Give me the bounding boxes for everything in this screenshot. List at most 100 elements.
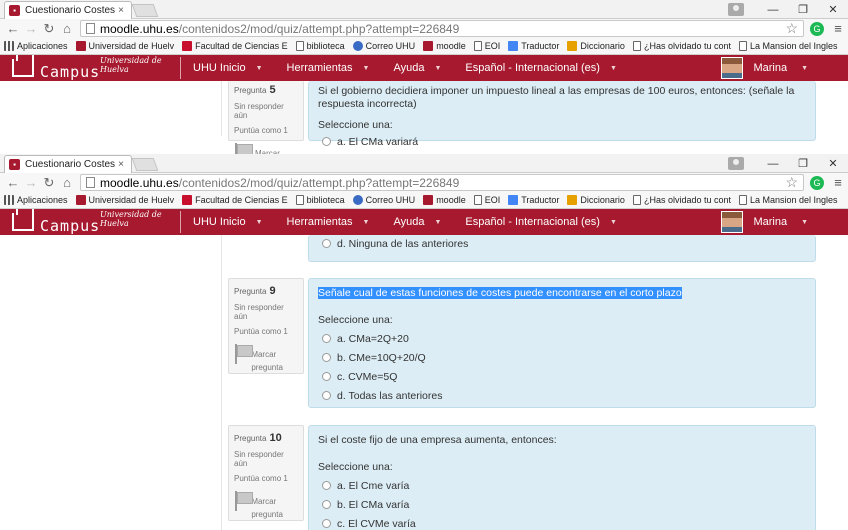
option-d[interactable]: d. Ninguna de las anteriores — [318, 237, 806, 250]
menu-herramientas[interactable]: Herramientas ▼ — [287, 216, 370, 228]
menu-herramientas[interactable]: Herramientas ▼ — [287, 62, 370, 74]
reload-icon[interactable]: ↻ — [40, 175, 58, 191]
bookmark-facultad[interactable]: Facultad de Ciencias E — [182, 195, 288, 205]
maximize-button[interactable]: ❐ — [788, 3, 818, 16]
extension-icon[interactable]: G — [810, 21, 824, 36]
minimize-button[interactable]: — — [758, 158, 788, 170]
question-number: 10 — [269, 432, 282, 444]
caret-down-icon: ▼ — [362, 218, 370, 226]
bookmark-diccionario[interactable]: Diccionario — [567, 195, 625, 205]
radio-button[interactable] — [322, 391, 331, 400]
option-a[interactable]: a. CMa=2Q+20 — [318, 332, 806, 345]
tab-cuestionario[interactable]: ▪ Cuestionario Costes × — [4, 155, 132, 173]
back-arrow-icon[interactable]: ← — [4, 21, 22, 36]
bookmark-olvidado[interactable]: ¿Has olvidado tu cont — [632, 41, 731, 51]
radio-button[interactable] — [322, 519, 331, 528]
bookmark-traductor[interactable]: Traductor — [508, 195, 559, 205]
menu-uhu-inicio[interactable]: UHU Inicio ▼ — [193, 216, 263, 228]
bookmark-correo[interactable]: Correo UHU — [352, 195, 415, 205]
menu-uhu-inicio[interactable]: UHU Inicio ▼ — [193, 62, 263, 74]
bookmark-star-icon[interactable]: ☆ — [785, 174, 798, 191]
bookmark-biblioteca[interactable]: biblioteca — [295, 41, 345, 51]
menu-ayuda[interactable]: Ayuda ▼ — [393, 216, 441, 228]
campus-logo[interactable]: Universidad de Huelva Campus Virtual — [0, 209, 180, 253]
option-a[interactable]: a. El CMa variará — [318, 135, 806, 148]
tab-cuestionario[interactable]: ▪ Cuestionario Costes × — [4, 1, 132, 19]
option-b[interactable]: b. CMe=10Q+20/Q — [318, 351, 806, 364]
option-b[interactable]: b. El CMa varía — [318, 498, 806, 511]
browser-menu-icon[interactable]: ≡ — [832, 175, 844, 190]
home-icon[interactable]: ⌂ — [58, 175, 76, 190]
bookmark-facultad[interactable]: Facultad de Ciencias E — [182, 41, 288, 51]
menu-idioma[interactable]: Español - Internacional (es) ▼ — [465, 216, 616, 228]
new-tab-button[interactable] — [131, 4, 159, 17]
home-icon[interactable]: ⌂ — [58, 21, 76, 36]
tab-close-icon[interactable]: × — [115, 159, 127, 170]
caret-down-icon: ▼ — [434, 64, 442, 72]
tab-strip: ▪ Cuestionario Costes × — ❐ ✕ — [0, 0, 848, 19]
favicon-icon: ▪ — [9, 5, 20, 16]
option-c[interactable]: c. El CVMe varía — [318, 517, 806, 530]
forward-arrow-icon[interactable]: → — [22, 175, 40, 190]
bookmark-diccionario[interactable]: Diccionario — [567, 41, 625, 51]
profile-icon[interactable] — [728, 157, 744, 170]
question-number: 5 — [269, 84, 276, 96]
menu-idioma[interactable]: Español - Internacional (es) ▼ — [465, 62, 616, 74]
tab-close-icon[interactable]: × — [115, 5, 127, 16]
option-d[interactable]: d. Todas las anteriores — [318, 389, 806, 402]
bookmark-eoi[interactable]: EOI — [473, 195, 500, 205]
bookmark-apps[interactable]: Aplicaciones — [4, 41, 68, 51]
flag-question[interactable]: Marcar pregunta — [234, 344, 298, 374]
option-a[interactable]: a. El Cme varía — [318, 479, 806, 492]
radio-button[interactable] — [322, 481, 331, 490]
radio-button[interactable] — [322, 334, 331, 343]
bookmark-olvidado[interactable]: ¿Has olvidado tu cont — [632, 195, 731, 205]
close-window-button[interactable]: ✕ — [818, 3, 848, 16]
minimize-button[interactable]: — — [758, 4, 788, 16]
new-tab-button[interactable] — [131, 158, 159, 171]
profile-icon[interactable] — [728, 3, 744, 16]
reload-icon[interactable]: ↻ — [40, 21, 58, 37]
radio-button[interactable] — [322, 353, 331, 362]
maximize-button[interactable]: ❐ — [788, 157, 818, 170]
page-info-icon[interactable] — [86, 23, 95, 34]
forward-arrow-icon[interactable]: → — [22, 21, 40, 36]
campus-logo[interactable]: Universidad de Huelva Campus Virtual — [0, 55, 180, 99]
question-text: Si el coste fijo de una empresa aumenta,… — [318, 434, 557, 446]
bookmark-mansion[interactable]: La Mansion del Ingles — [739, 195, 838, 205]
address-toolbar: ← → ↻ ⌂ moodle.uhu.es /contenidos2/mod/q… — [0, 19, 848, 38]
bookmark-biblioteca[interactable]: biblioteca — [295, 195, 345, 205]
option-c[interactable]: c. CVMe=5Q — [318, 370, 806, 383]
url-bar[interactable]: moodle.uhu.es /contenidos2/mod/quiz/atte… — [80, 20, 804, 37]
question-state: Sin responder aún — [234, 450, 284, 468]
bookmark-eoi[interactable]: EOI — [473, 41, 500, 51]
bookmark-mansion[interactable]: La Mansion del Ingles — [739, 41, 838, 51]
url-bar[interactable]: moodle.uhu.es /contenidos2/mod/quiz/atte… — [80, 174, 804, 191]
user-menu[interactable]: Marina ▼ — [721, 210, 808, 234]
radio-button[interactable] — [322, 372, 331, 381]
close-window-button[interactable]: ✕ — [818, 157, 848, 170]
bookmark-uhu[interactable]: Universidad de Huelv — [75, 41, 174, 51]
radio-button[interactable] — [322, 239, 331, 248]
bookmark-apps[interactable]: Aplicaciones — [4, 195, 68, 205]
page-info-icon[interactable] — [86, 177, 95, 188]
bookmark-correo[interactable]: Correo UHU — [352, 41, 415, 51]
bookmark-uhu[interactable]: Universidad de Huelv — [75, 195, 174, 205]
bookmark-star-icon[interactable]: ☆ — [785, 20, 798, 37]
uhu-logo-icon — [12, 209, 34, 231]
avatar — [721, 211, 744, 233]
bookmark-moodle[interactable]: moodle — [423, 41, 466, 51]
menu-ayuda[interactable]: Ayuda ▼ — [393, 62, 441, 74]
browser-menu-icon[interactable]: ≡ — [832, 21, 844, 36]
question-info-5: Pregunta 5 Sin responder aún Puntúa como… — [228, 81, 304, 155]
user-menu[interactable]: Marina ▼ — [721, 56, 808, 80]
bookmark-traductor[interactable]: Traductor — [508, 41, 559, 51]
back-arrow-icon[interactable]: ← — [4, 175, 22, 190]
radio-button[interactable] — [322, 500, 331, 509]
page-icon — [473, 41, 482, 51]
bookmark-moodle[interactable]: moodle — [423, 195, 466, 205]
extension-icon[interactable]: G — [810, 175, 824, 190]
dictionary-icon — [567, 195, 578, 205]
flag-question[interactable]: Marcar pregunta — [234, 491, 298, 521]
radio-button[interactable] — [322, 137, 331, 146]
